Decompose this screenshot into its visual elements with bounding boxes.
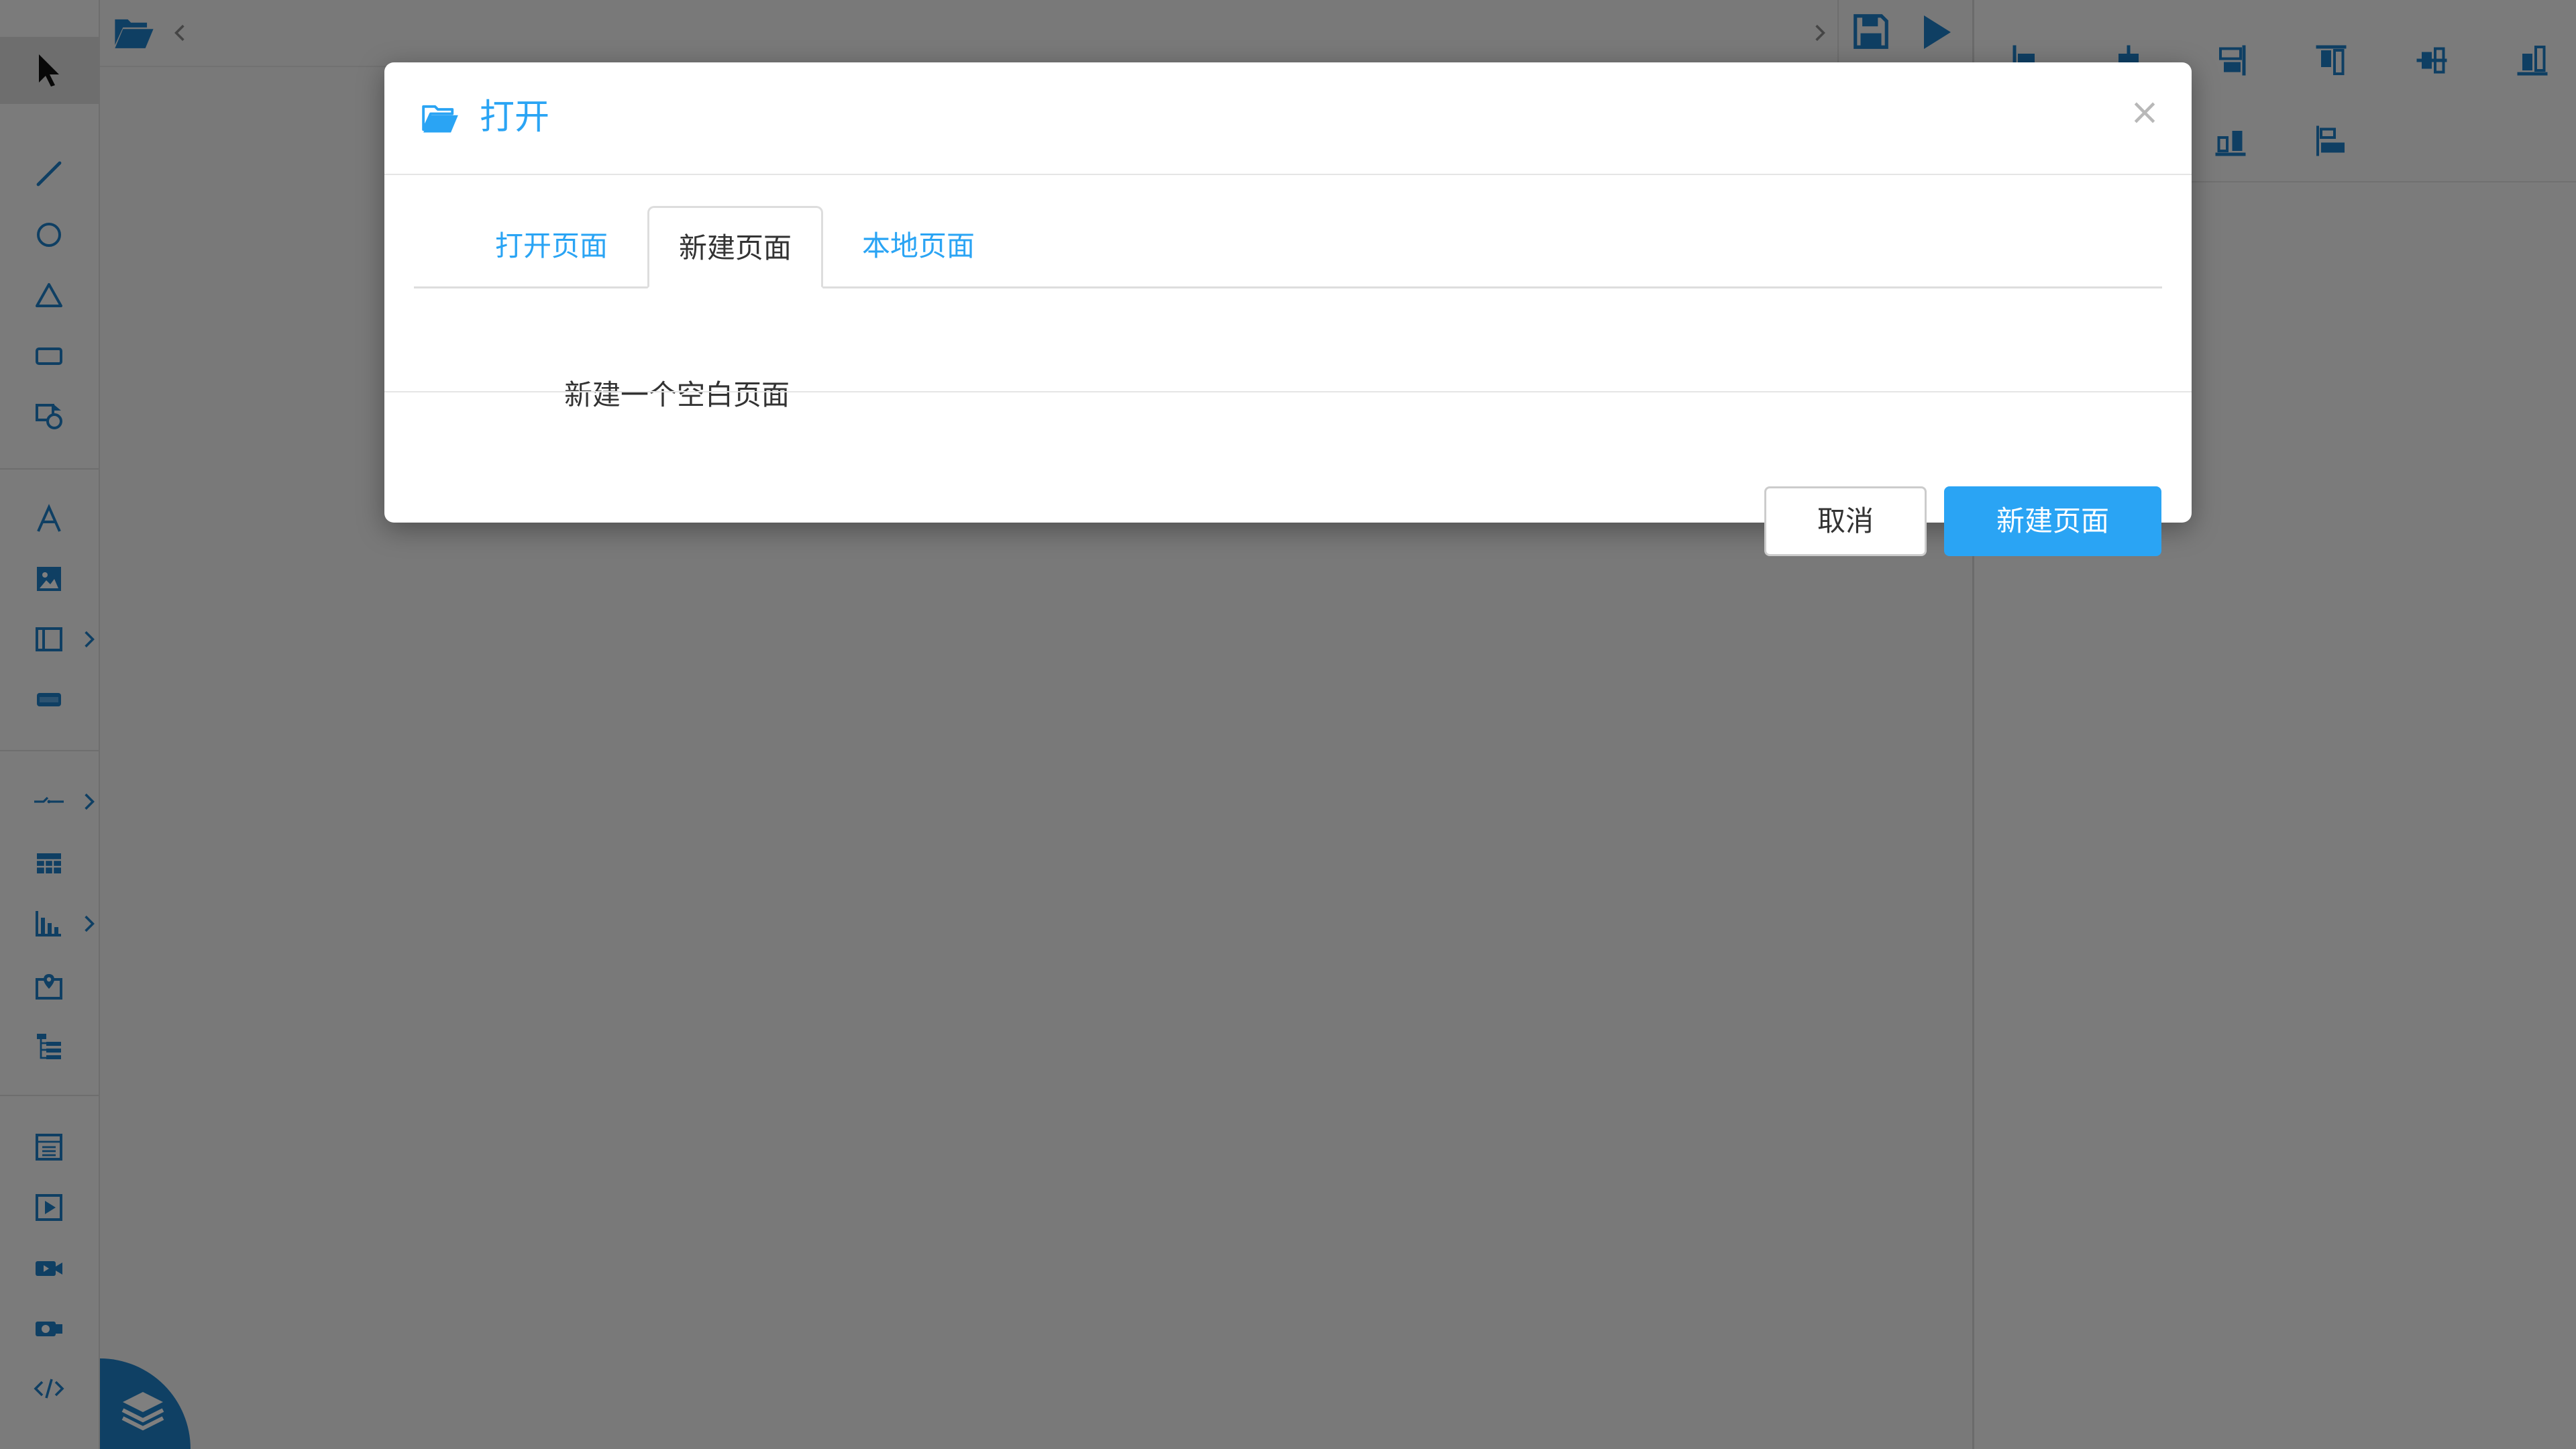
folder-open-icon (422, 105, 458, 133)
close-button[interactable]: × (2125, 92, 2165, 132)
create-page-button[interactable]: 新建页面 (1944, 486, 2161, 556)
dialog-header: 打开 × (384, 62, 2192, 175)
dialog-footer: 取消 新建页面 (384, 391, 2192, 556)
tab-open-page[interactable]: 打开页面 (468, 206, 635, 286)
tab-new-page[interactable]: 新建页面 (647, 206, 823, 288)
cancel-button[interactable]: 取消 (1764, 486, 1927, 556)
dialog-tabs: 打开页面 新建页面 本地页面 (414, 206, 2162, 288)
open-dialog: 打开 × 打开页面 新建页面 本地页面 新建一个空白页面 取消 新建页面 (384, 62, 2192, 556)
dialog-title: 打开 (480, 97, 550, 138)
tab-local-page[interactable]: 本地页面 (831, 206, 1006, 286)
